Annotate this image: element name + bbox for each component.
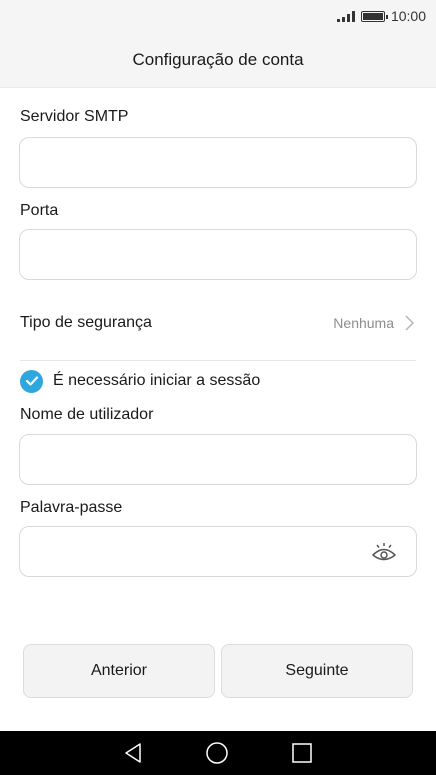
status-time: 10:00 bbox=[390, 8, 426, 24]
next-button[interactable]: Seguinte bbox=[221, 644, 413, 698]
chevron-right-icon bbox=[405, 315, 414, 331]
account-settings-form: Servidor SMTP Porta Tipo de segurança Ne… bbox=[0, 88, 436, 731]
password-field bbox=[19, 526, 417, 577]
security-type-value: Nenhuma bbox=[333, 315, 394, 331]
previous-button[interactable]: Anterior bbox=[23, 644, 215, 698]
recents-icon[interactable] bbox=[291, 742, 313, 764]
check-icon bbox=[25, 376, 38, 386]
login-required-label: É necessário iniciar a sessão bbox=[53, 372, 261, 389]
eye-icon[interactable] bbox=[371, 541, 397, 563]
login-required-checkbox-row[interactable]: É necessário iniciar a sessão bbox=[20, 368, 260, 394]
password-label: Palavra-passe bbox=[20, 499, 123, 516]
divider bbox=[20, 360, 416, 361]
security-type-selector: Nenhuma bbox=[333, 315, 414, 331]
password-input[interactable] bbox=[19, 526, 417, 577]
status-bar: 10:00 bbox=[0, 0, 436, 32]
home-icon[interactable] bbox=[205, 741, 229, 765]
smtp-server-label: Servidor SMTP bbox=[20, 108, 129, 125]
navigation-bar bbox=[0, 731, 436, 775]
page-title: Configuração de conta bbox=[132, 49, 304, 69]
security-type-label: Tipo de segurança bbox=[20, 314, 152, 331]
username-label: Nome de utilizador bbox=[20, 406, 154, 423]
battery-icon bbox=[360, 10, 388, 22]
smtp-server-input[interactable] bbox=[19, 137, 417, 188]
username-input[interactable] bbox=[19, 434, 417, 485]
port-label: Porta bbox=[20, 202, 59, 219]
app-header: Configuração de conta bbox=[0, 32, 436, 88]
port-input[interactable] bbox=[19, 229, 417, 280]
security-type-row[interactable]: Tipo de segurança Nenhuma bbox=[0, 296, 436, 350]
signal-icon bbox=[336, 10, 355, 22]
back-icon[interactable] bbox=[123, 742, 143, 764]
login-required-checkbox[interactable] bbox=[20, 369, 43, 393]
